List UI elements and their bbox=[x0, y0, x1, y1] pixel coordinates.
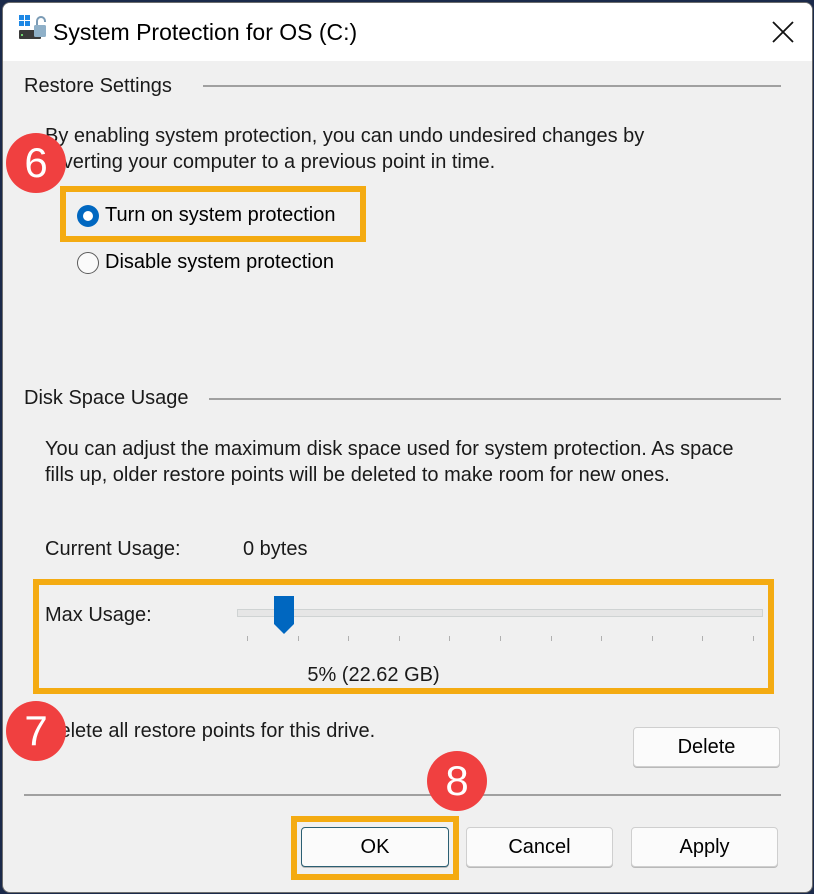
max-usage-value: 5% (22.62 GB) bbox=[307, 664, 440, 686]
slider-tick bbox=[398, 636, 400, 641]
slider-tick bbox=[753, 636, 754, 641]
slider-tick bbox=[297, 636, 299, 641]
step-badge-7: 7 bbox=[6, 701, 66, 761]
apply-button[interactable]: Apply bbox=[631, 827, 778, 867]
slider-tick bbox=[500, 636, 501, 641]
slider-tick bbox=[702, 636, 704, 641]
close-icon bbox=[772, 21, 794, 43]
ok-button[interactable]: OK bbox=[301, 827, 449, 867]
group-divider bbox=[203, 85, 781, 87]
disk-space-description: You can adjust the maximum disk space us… bbox=[45, 438, 734, 486]
restore-description: By enabling system protection, you can u… bbox=[45, 125, 645, 173]
slider-tick bbox=[348, 636, 350, 641]
delete-description: Delete all restore points for this drive… bbox=[45, 720, 376, 742]
footer-divider bbox=[24, 794, 781, 796]
slider-tick bbox=[247, 636, 248, 641]
radio-selected-icon bbox=[77, 204, 99, 227]
step-badge-8: 8 bbox=[427, 751, 487, 811]
radio-turn-on-protection[interactable]: Turn on system protection bbox=[77, 204, 335, 227]
max-usage-slider-thumb[interactable] bbox=[274, 596, 295, 634]
window-title: System Protection for OS (C:) bbox=[53, 19, 358, 45]
slider-tick bbox=[449, 636, 451, 641]
group-divider bbox=[209, 398, 781, 400]
system-protection-dialog: System Protection for OS (C:) Restore Se… bbox=[2, 2, 813, 893]
current-usage-value: 0 bytes bbox=[243, 538, 308, 560]
max-usage-slider-track[interactable] bbox=[237, 609, 763, 617]
current-usage-label: Current Usage: bbox=[45, 538, 181, 560]
slider-tick bbox=[601, 636, 603, 641]
radio-disable-protection[interactable]: Disable system protection bbox=[77, 251, 334, 274]
max-usage-label: Max Usage: bbox=[45, 604, 152, 626]
system-protection-icon bbox=[17, 15, 51, 43]
slider-tick bbox=[651, 636, 653, 641]
title-bar: System Protection for OS (C:) bbox=[3, 3, 812, 61]
delete-button[interactable]: Delete bbox=[633, 727, 780, 767]
disk-space-usage-label: Disk Space Usage bbox=[24, 387, 189, 409]
restore-settings-label: Restore Settings bbox=[24, 75, 172, 97]
close-button[interactable] bbox=[762, 13, 802, 49]
slider-tick bbox=[550, 636, 552, 641]
step-badge-6: 6 bbox=[6, 133, 66, 193]
radio-unselected-icon bbox=[77, 251, 99, 274]
cancel-button[interactable]: Cancel bbox=[466, 827, 613, 867]
